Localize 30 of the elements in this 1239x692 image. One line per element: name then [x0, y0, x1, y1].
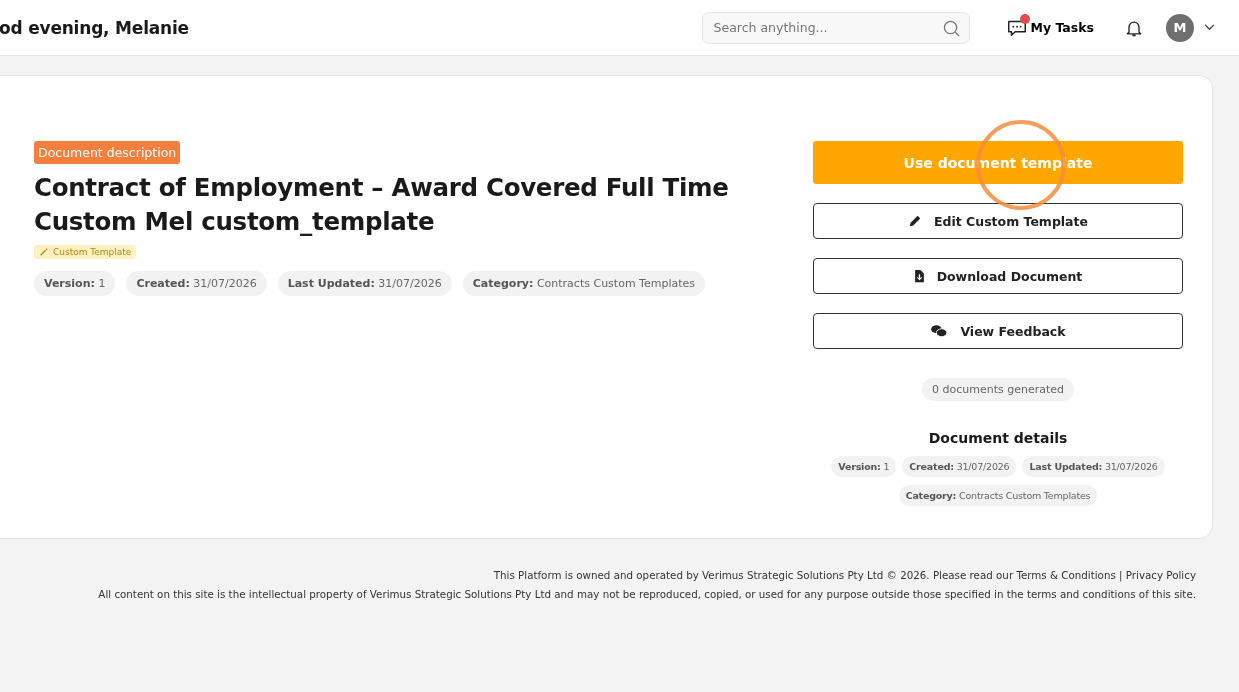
caret-icon[interactable]: [1204, 24, 1215, 31]
my-tasks-button[interactable]: My Tasks: [1005, 16, 1094, 39]
avatar-button[interactable]: M: [1166, 13, 1194, 42]
meta-chip: Last Updated: 31/07/2026: [277, 271, 452, 296]
copyright-notice: All content on this site is the intellectual property of Verimus Strategic Solutions Pty Ltd and may not be reproduced, copied, or used for any purpose outside those specified in the terms and conditions of this site.: [97, 588, 1196, 600]
pencil-icon: [907, 214, 922, 228]
document-title: Contract of Employment – Award Covered Full Time Custom Mel custom_template: [34, 172, 730, 238]
meta-chip: Category: Contracts Custom Templates: [462, 271, 705, 296]
description-badge: Document description: [34, 141, 181, 164]
detail-chip: Created: 31/07/2026: [902, 456, 1017, 477]
details-title: Document details: [928, 430, 1068, 446]
generated-count: 0 documents generated: [921, 378, 1074, 401]
terms-link[interactable]: Terms & Conditions: [1016, 569, 1116, 581]
file-download-icon: [913, 269, 925, 283]
action-button[interactable]: Edit Custom Template: [813, 203, 1183, 239]
privacy-link[interactable]: Privacy Policy: [1125, 569, 1196, 581]
ownership-notice: This Platform is owned and operated by Verimus Strategic Solutions Pty Ltd © 2026. Please read our Terms & Conditions | Privacy Policy: [492, 569, 1196, 581]
meta-chip: Created: 31/07/2026: [126, 271, 267, 296]
action-button[interactable]: Download Document: [813, 258, 1183, 294]
detail-chip: Last Updated: 31/07/2026: [1022, 456, 1165, 477]
detail-chip: Category: Contracts Custom Templates: [898, 485, 1098, 506]
search-icon: [942, 19, 960, 37]
magic-wand-icon: [39, 247, 49, 257]
greeting-title: od evening, Melanie: [0, 17, 189, 38]
detail-chip: Version: 1: [831, 456, 897, 477]
search-field[interactable]: Search anything...: [701, 11, 970, 44]
meta-chip: Version: 1: [34, 271, 116, 296]
action-button[interactable]: View Feedback: [813, 313, 1183, 349]
tag-label: Custom Template: [53, 247, 132, 257]
comments-icon: [930, 324, 949, 338]
